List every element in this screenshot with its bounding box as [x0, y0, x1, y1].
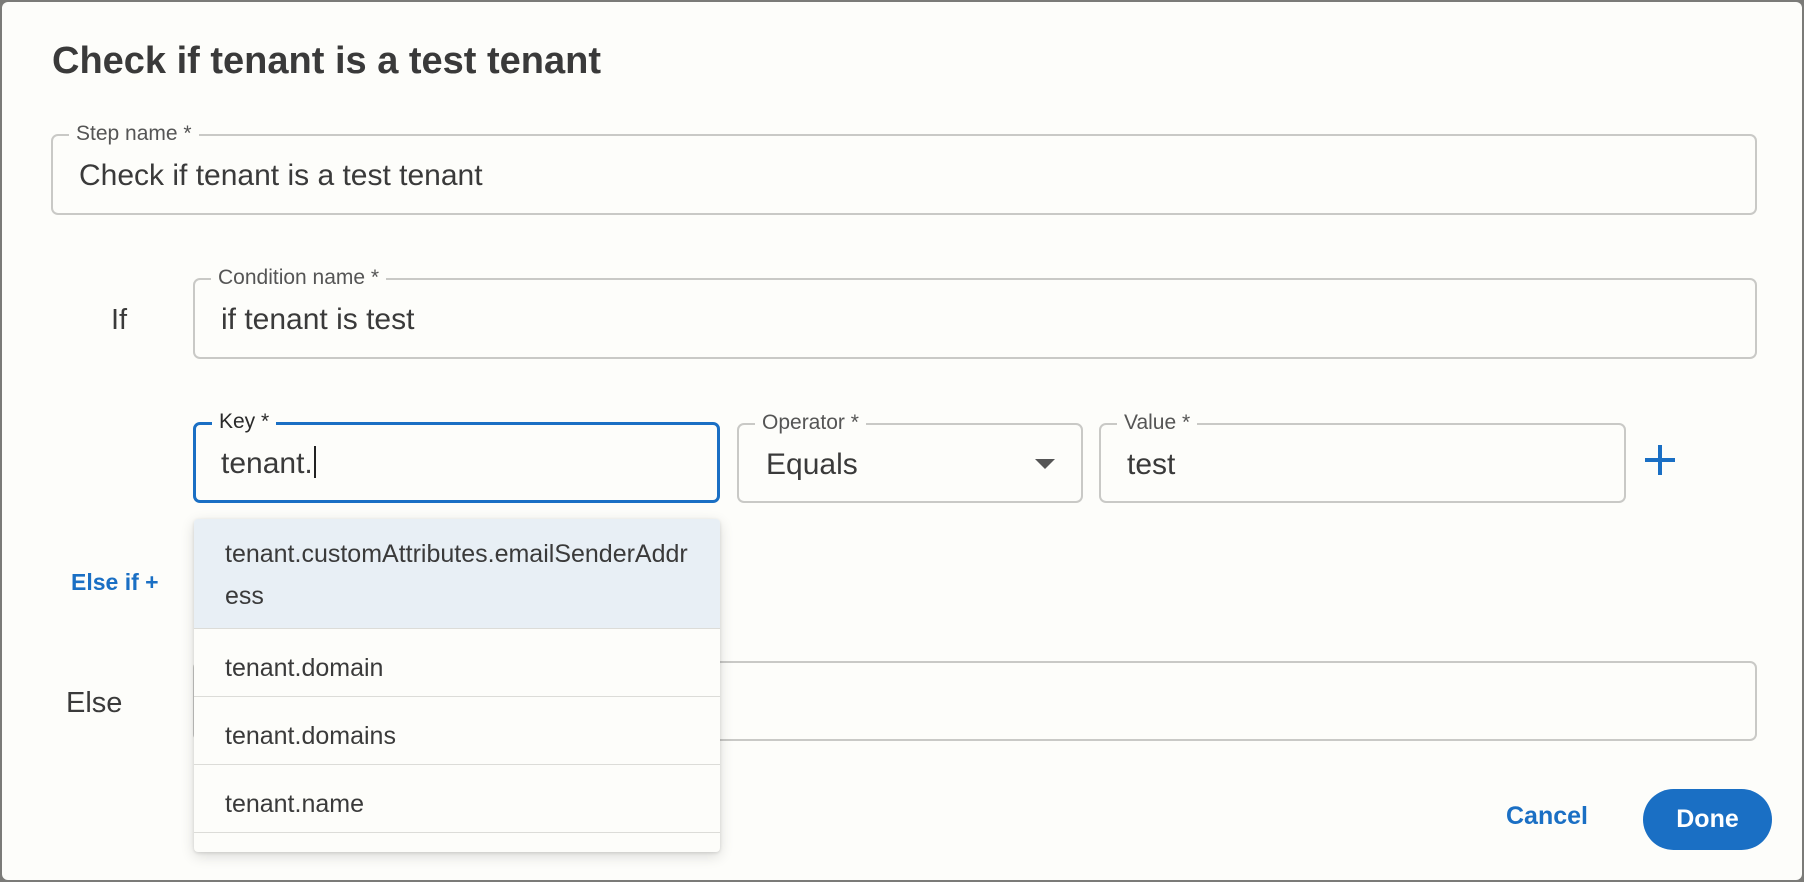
operator-label: Operator * — [755, 411, 866, 435]
step-name-field[interactable]: Step name * Check if tenant is a test te… — [51, 122, 1757, 215]
operator-value: Equals — [766, 448, 858, 481]
text-caret — [313, 446, 316, 478]
caret-down-icon[interactable] — [1035, 459, 1055, 469]
else-if-add-link[interactable]: Else if + — [71, 569, 159, 596]
condition-name-label: Condition name * — [211, 266, 387, 290]
condition-name-field[interactable]: Condition name * if tenant is test — [193, 266, 1757, 359]
if-label: If — [111, 304, 128, 336]
key-value-wrap: tenant. — [221, 446, 316, 482]
condition-step-dialog: Check if tenant is a test tenant Step na… — [2, 2, 1802, 880]
suggestion-item[interactable]: tenant.name — [194, 765, 720, 833]
step-name-value: Check if tenant is a test tenant — [79, 159, 483, 192]
suggestion-item[interactable]: tenant.domains — [194, 697, 720, 765]
operator-select[interactable]: Operator * Equals — [737, 411, 1083, 503]
suggestion-item[interactable]: tenant.domain — [194, 629, 720, 697]
value-label: Value * — [1117, 411, 1198, 435]
value-value: test — [1127, 448, 1176, 481]
key-suggestions-list: tenant.customAttributes.emailSenderAddre… — [194, 519, 720, 852]
condition-name-value: if tenant is test — [221, 303, 415, 336]
else-label: Else — [66, 687, 123, 719]
key-input[interactable]: Key * tenant. — [193, 410, 720, 503]
key-value: tenant. — [221, 447, 313, 480]
step-name-label: Step name * — [69, 122, 199, 146]
dialog-title: Check if tenant is a test tenant — [52, 40, 602, 82]
cancel-button[interactable]: Cancel — [1506, 802, 1588, 831]
suggestion-item[interactable]: tenant.customAttributes.emailSenderAddre… — [194, 519, 720, 629]
done-button[interactable]: Done — [1643, 789, 1772, 850]
plus-icon[interactable] — [1644, 444, 1676, 476]
key-label: Key * — [212, 410, 277, 434]
value-input[interactable]: Value * test — [1099, 411, 1626, 503]
